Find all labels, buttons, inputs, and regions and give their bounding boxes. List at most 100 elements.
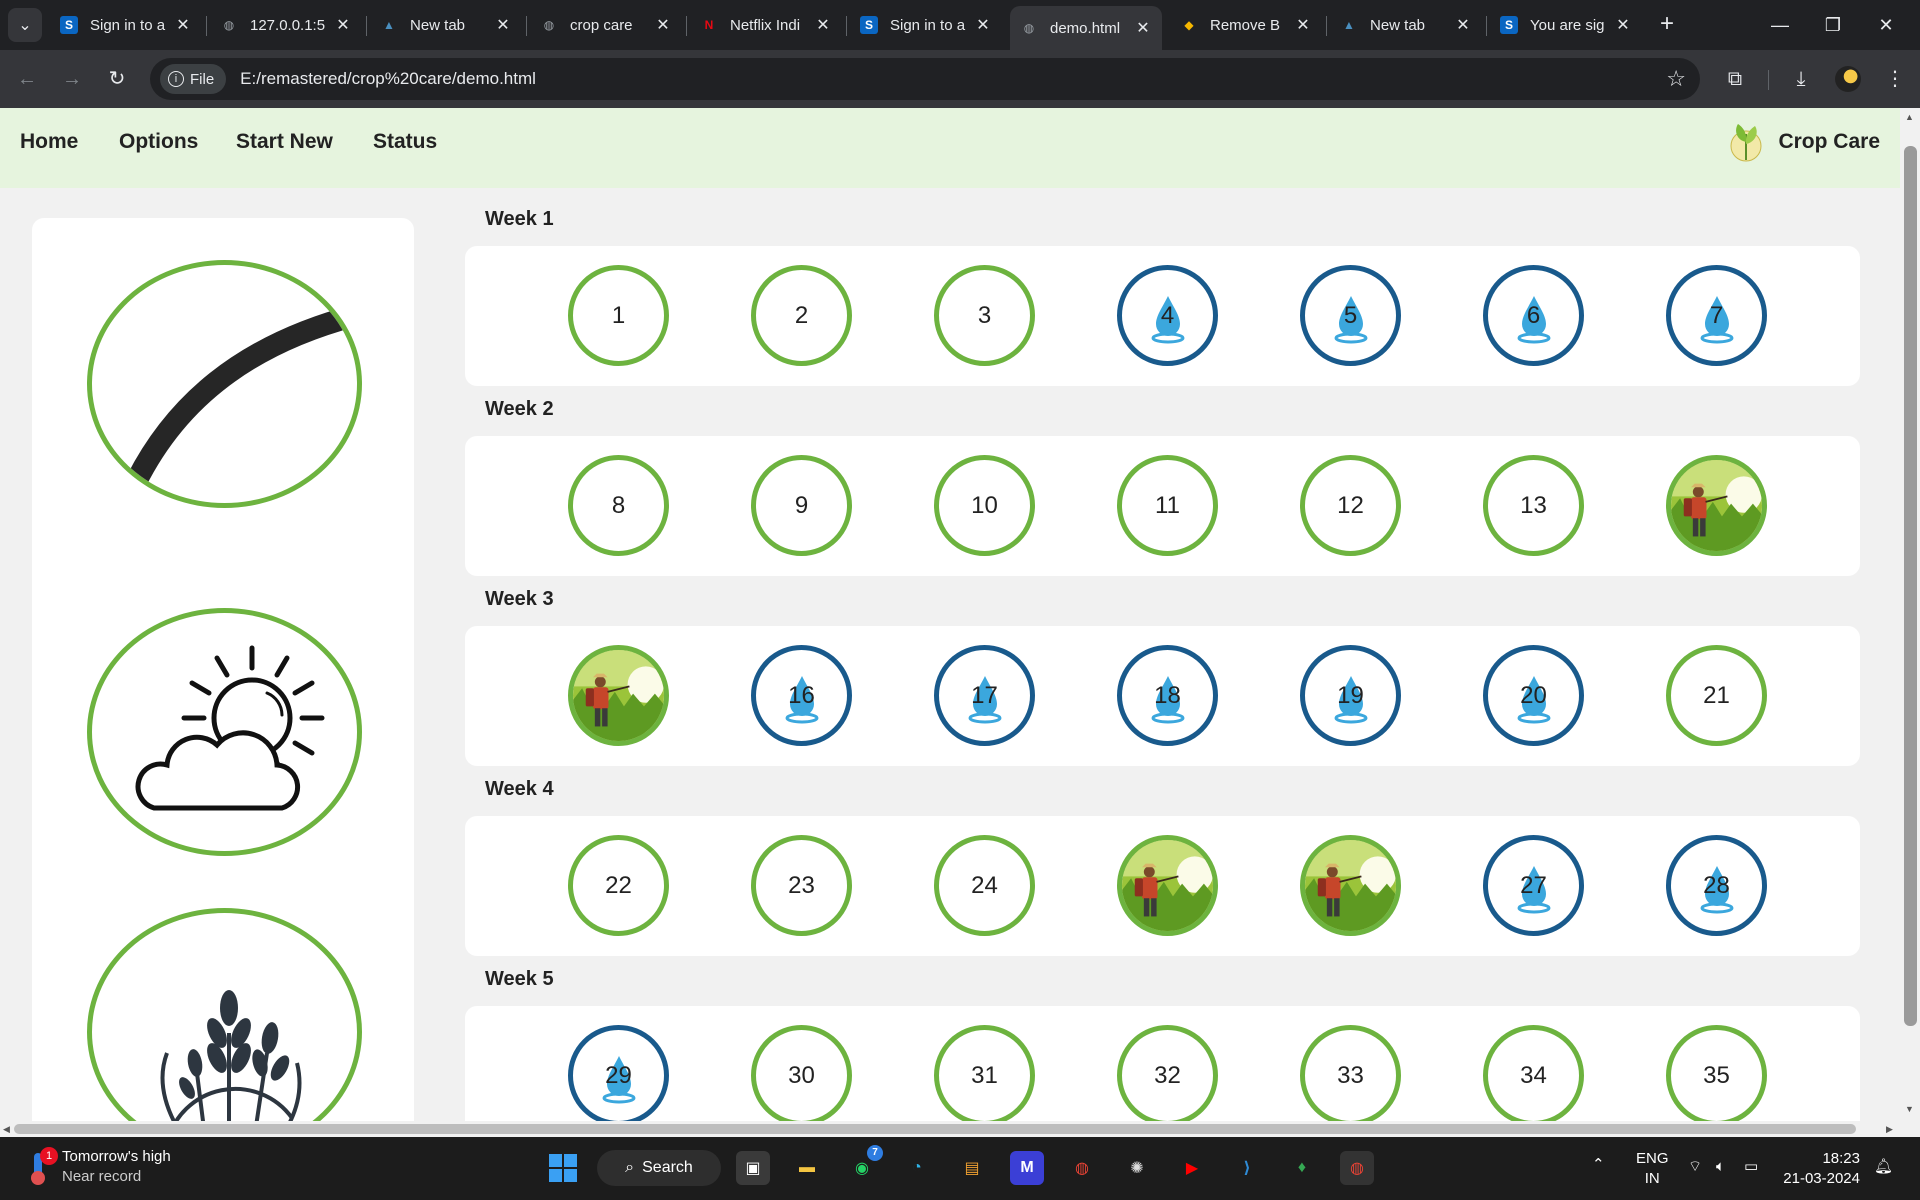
store-icon[interactable]: ▤: [955, 1151, 989, 1185]
wifi-icon[interactable]: ⌔: [1688, 1157, 1702, 1177]
taskbar-search[interactable]: ⌕ Search: [597, 1150, 721, 1186]
day-watering[interactable]: 5: [1300, 265, 1401, 366]
day-watering[interactable]: 29: [568, 1025, 669, 1121]
whatsapp-icon[interactable]: ◉ 7: [845, 1145, 883, 1185]
weather-card[interactable]: [87, 608, 362, 856]
day-circle[interactable]: 33: [1300, 1025, 1401, 1121]
day-watering[interactable]: 19: [1300, 645, 1401, 746]
day-circle[interactable]: 9: [751, 455, 852, 556]
close-window-button[interactable]: ✕: [1866, 10, 1906, 40]
day-circle[interactable]: 12: [1300, 455, 1401, 556]
day-circle[interactable]: 1: [568, 265, 669, 366]
browser-tab[interactable]: ◆ Remove B ✕: [1170, 6, 1322, 44]
brand[interactable]: Crop Care: [1728, 120, 1880, 164]
tray-chevron-up-icon[interactable]: ⌃: [1592, 1155, 1605, 1175]
task-view-icon[interactable]: ▣: [736, 1151, 770, 1185]
horizontal-scroll-thumb[interactable]: [14, 1124, 1856, 1134]
start-button[interactable]: [546, 1151, 580, 1185]
minimize-button[interactable]: —: [1760, 10, 1800, 40]
day-circle[interactable]: 32: [1117, 1025, 1218, 1121]
day-watering[interactable]: 16: [751, 645, 852, 746]
chrome-active-icon[interactable]: ◍: [1340, 1151, 1374, 1185]
nav-options-link[interactable]: Options: [119, 130, 198, 154]
day-circle[interactable]: 2: [751, 265, 852, 366]
chrome-icon[interactable]: ◍: [1065, 1151, 1099, 1185]
day-watering[interactable]: 20: [1483, 645, 1584, 746]
day-spraying[interactable]: [1666, 455, 1767, 556]
browser-tab[interactable]: ◍ demo.html ✕: [1010, 6, 1162, 50]
day-watering[interactable]: 17: [934, 645, 1035, 746]
chatgpt-icon[interactable]: ✺: [1120, 1151, 1154, 1185]
youtube-icon[interactable]: ▶: [1175, 1151, 1209, 1185]
url-text[interactable]: E:/remastered/crop%20care/demo.html: [240, 69, 536, 89]
tab-close-icon[interactable]: ✕: [1134, 18, 1152, 38]
nav-home-link[interactable]: Home: [20, 130, 78, 154]
day-circle[interactable]: 11: [1117, 455, 1218, 556]
notification-bell-icon[interactable]: 🔔︎: [1874, 1157, 1893, 1177]
profile-avatar[interactable]: [1835, 66, 1861, 92]
new-tab-button[interactable]: +: [1652, 9, 1682, 39]
day-circle[interactable]: 10: [934, 455, 1035, 556]
extensions-button[interactable]: ⧉: [1720, 64, 1750, 94]
bookmark-star-icon[interactable]: ☆: [1666, 66, 1686, 92]
day-watering[interactable]: 7: [1666, 265, 1767, 366]
nav-status-link[interactable]: Status: [373, 130, 437, 154]
day-watering[interactable]: 6: [1483, 265, 1584, 366]
scroll-up-icon[interactable]: ▲: [1905, 112, 1914, 122]
battery-icon[interactable]: ▭: [1744, 1157, 1758, 1177]
app-m-icon[interactable]: M: [1010, 1151, 1044, 1185]
browser-tab[interactable]: ◍ crop care ✕: [530, 6, 682, 44]
address-bar[interactable]: i File E:/remastered/crop%20care/demo.ht…: [150, 58, 1700, 100]
day-circle[interactable]: 35: [1666, 1025, 1767, 1121]
forward-button[interactable]: →: [57, 64, 87, 94]
crop-card[interactable]: [87, 908, 362, 1121]
day-circle[interactable]: 3: [934, 265, 1035, 366]
vscode-icon[interactable]: ⟩: [1230, 1151, 1264, 1185]
mongodb-icon[interactable]: ♦: [1285, 1151, 1319, 1185]
day-circle[interactable]: 30: [751, 1025, 852, 1121]
restore-button[interactable]: ❐: [1813, 10, 1853, 40]
nav-start-new-link[interactable]: Start New: [236, 130, 333, 154]
language-indicator[interactable]: ENG IN: [1636, 1149, 1669, 1189]
day-circle[interactable]: 34: [1483, 1025, 1584, 1121]
volume-icon[interactable]: 🔈︎: [1716, 1157, 1725, 1177]
browser-tab[interactable]: S You are sig ✕: [1490, 6, 1642, 44]
day-circle[interactable]: 23: [751, 835, 852, 936]
tab-close-icon[interactable]: ✕: [1454, 15, 1472, 35]
clock[interactable]: 18:23 21-03-2024: [1782, 1149, 1860, 1189]
tab-close-icon[interactable]: ✕: [494, 15, 512, 35]
tab-close-icon[interactable]: ✕: [1614, 15, 1632, 35]
browser-menu-button[interactable]: ⋮: [1880, 64, 1910, 94]
scroll-left-icon[interactable]: ◀: [3, 1124, 10, 1135]
tab-close-icon[interactable]: ✕: [1294, 15, 1312, 35]
browser-tab[interactable]: ◍ 127.0.0.1:5 ✕: [210, 6, 362, 44]
weather-widget[interactable]: 1 Tomorrow's high Near record: [28, 1147, 171, 1187]
day-watering[interactable]: 18: [1117, 645, 1218, 746]
browser-tab[interactable]: ▲ New tab ✕: [1330, 6, 1482, 44]
browser-tab[interactable]: S Sign in to a ✕: [50, 6, 202, 44]
day-circle[interactable]: 31: [934, 1025, 1035, 1121]
day-spraying[interactable]: [1117, 835, 1218, 936]
day-circle[interactable]: 13: [1483, 455, 1584, 556]
file-explorer-icon[interactable]: ▬: [790, 1151, 824, 1185]
browser-tab[interactable]: S Sign in to a ✕: [850, 6, 1002, 44]
day-circle[interactable]: 8: [568, 455, 669, 556]
scroll-down-icon[interactable]: ▼: [1905, 1104, 1914, 1114]
downloads-button[interactable]: ⤓: [1786, 64, 1816, 94]
day-circle[interactable]: 22: [568, 835, 669, 936]
tab-close-icon[interactable]: ✕: [654, 15, 672, 35]
day-watering[interactable]: 28: [1666, 835, 1767, 936]
day-circle[interactable]: 21: [1666, 645, 1767, 746]
vertical-scrollbar[interactable]: ▲ ▼: [1900, 108, 1920, 1121]
horizontal-scrollbar[interactable]: ◀ ▶: [0, 1121, 1900, 1137]
tab-close-icon[interactable]: ✕: [814, 15, 832, 35]
scroll-right-icon[interactable]: ▶: [1886, 1124, 1893, 1135]
browser-tab[interactable]: ▲ New tab ✕: [370, 6, 522, 44]
browser-tab[interactable]: N Netflix Indi ✕: [690, 6, 842, 44]
back-button[interactable]: ←: [12, 64, 42, 94]
day-spraying[interactable]: [568, 645, 669, 746]
day-circle[interactable]: 24: [934, 835, 1035, 936]
harvest-progress-card[interactable]: [87, 260, 362, 508]
tab-close-icon[interactable]: ✕: [174, 15, 192, 35]
vertical-scroll-thumb[interactable]: [1904, 146, 1917, 1026]
